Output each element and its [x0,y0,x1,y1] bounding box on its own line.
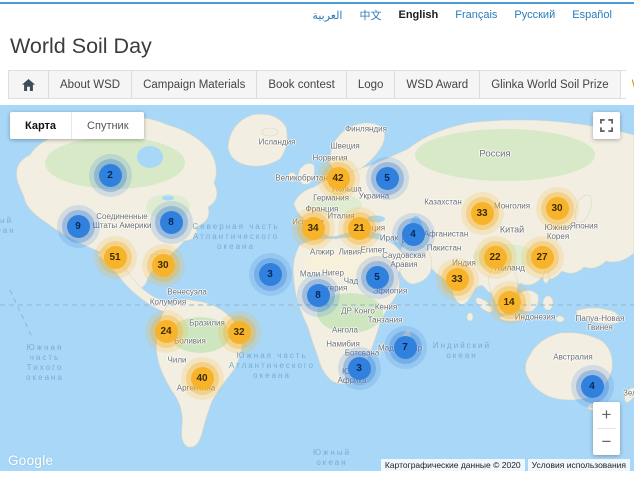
event-cluster-marker[interactable]: 4 [402,223,425,246]
nav-tab[interactable]: About WSD [49,71,132,98]
language-link[interactable]: العربية [312,9,342,22]
event-cluster-marker[interactable]: 8 [307,284,330,307]
language-link[interactable]: English [398,9,438,21]
nav-tab[interactable]: WSD Award [395,71,480,98]
map-type-control: Карта Спутник [10,112,144,139]
event-cluster-marker[interactable]: 33 [446,268,469,291]
home-tab[interactable] [9,71,49,98]
language-bar: العربية 中文 English Français Русский Español [312,7,612,23]
event-cluster-marker[interactable]: 30 [546,197,569,220]
satellite-view-button[interactable]: Спутник [71,112,143,139]
event-cluster-marker[interactable]: 22 [484,246,507,269]
event-cluster-marker[interactable]: 4 [581,375,604,398]
fullscreen-button[interactable] [593,112,620,139]
event-cluster-marker[interactable]: 2 [99,164,122,187]
event-cluster-marker[interactable]: 40 [191,367,214,390]
event-cluster-marker[interactable]: 30 [152,254,175,277]
nav-tab[interactable]: Logo [347,71,396,98]
main-nav: About WSDCampaign MaterialsBook contestL… [8,70,626,99]
event-cluster-marker[interactable]: 7 [394,336,417,359]
event-cluster-marker[interactable]: 32 [228,321,251,344]
event-cluster-marker[interactable]: 21 [348,217,371,240]
nav-tab[interactable]: Book contest [257,71,346,98]
zoom-in-button[interactable]: + [593,402,620,428]
home-icon [22,79,35,91]
event-cluster-marker[interactable]: 24 [155,320,178,343]
terms-link[interactable]: Условия использования [528,459,630,471]
event-cluster-marker[interactable]: 34 [302,217,325,240]
fullscreen-icon [600,119,613,132]
event-cluster-marker[interactable]: 5 [376,167,399,190]
events-map[interactable]: Северная часть Атлантического океанаЮжна… [0,105,634,471]
markers-layer: 298513024324042534214333022273314358734 [0,105,634,471]
language-link[interactable]: Русский [514,9,555,21]
nav-tab[interactable]: Glinka World Soil Prize [480,71,620,98]
language-link[interactable]: Español [572,9,612,21]
event-cluster-marker[interactable]: 5 [366,266,389,289]
event-cluster-marker[interactable]: 42 [327,167,350,190]
google-logo[interactable]: Google [8,453,53,468]
event-cluster-marker[interactable]: 33 [471,202,494,225]
map-copyright: Картографические данные © 2020 [381,459,525,471]
event-cluster-marker[interactable]: 14 [498,291,521,314]
top-accent-line [0,2,634,4]
event-cluster-marker[interactable]: 9 [67,215,90,238]
event-cluster-marker[interactable]: 51 [104,246,127,269]
zoom-out-button[interactable]: − [593,429,620,455]
map-attribution: Картографические данные © 2020 Условия и… [378,459,630,471]
nav-tab[interactable]: Campaign Materials [132,71,257,98]
page-title: World Soil Day [10,34,152,59]
zoom-control: + − [593,402,620,455]
nav-tab[interactable]: Worldwide Events [621,71,634,98]
map-view-button[interactable]: Карта [10,112,71,139]
event-cluster-marker[interactable]: 8 [160,211,183,234]
event-cluster-marker[interactable]: 27 [531,246,554,269]
event-cluster-marker[interactable]: 3 [348,357,371,380]
event-cluster-marker[interactable]: 3 [259,263,282,286]
language-link[interactable]: 中文 [359,7,381,23]
language-link[interactable]: Français [455,9,497,21]
